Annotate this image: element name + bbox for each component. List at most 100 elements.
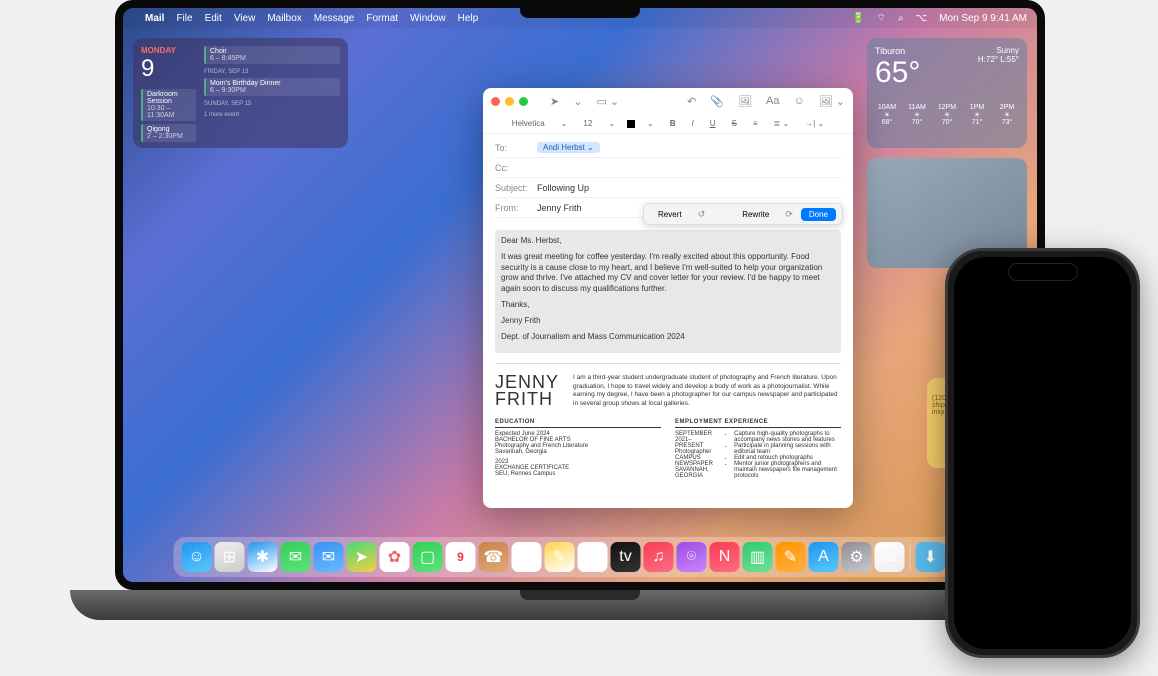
macbook-bezel: Mail File Edit View Mailbox Message Form… [115, 0, 1045, 590]
dock-finder[interactable]: ☺ [182, 542, 212, 572]
attach-icon[interactable]: 📎 [710, 95, 724, 108]
fullscreen-button[interactable] [519, 97, 528, 106]
dock-maps[interactable]: ➤ [347, 542, 377, 572]
window-titlebar[interactable]: ➤ ⌄ ▭ ⌄ ↶ 📎 🖼 Aa ☺ 🖼 ⌄ [483, 88, 853, 114]
menu-help[interactable]: Help [458, 13, 479, 24]
cv-experience-meta: SEPTEMBER 2021–PRESENTPhotographerCAMPUS… [675, 431, 716, 479]
menu-edit[interactable]: Edit [205, 13, 222, 24]
mail-body[interactable]: Dear Ms. Herbst, It was great meeting fo… [483, 222, 853, 508]
display-notch [520, 0, 640, 18]
send-icon[interactable]: ➤ [550, 95, 559, 108]
rewrite-icon: ⟳ [785, 209, 793, 220]
menu-format[interactable]: Format [366, 13, 398, 24]
dock-numbers[interactable]: ▥ [743, 542, 773, 572]
writing-tools-popover: Revert ↺ Rewrite ⟳ Done [643, 203, 843, 225]
macos-desktop: Mail File Edit View Mailbox Message Form… [123, 8, 1037, 582]
emoji-icon[interactable]: ☺ [794, 95, 805, 108]
attachment-preview[interactable]: JENNY FRITH I am a third-year student un… [495, 363, 841, 478]
dock-mail[interactable]: ✉ [314, 542, 344, 572]
dock-news[interactable]: N [710, 542, 740, 572]
revert-button[interactable]: Revert [650, 208, 690, 221]
dock-settings[interactable]: ⚙ [842, 542, 872, 572]
cv-name-last: FRITH [495, 391, 559, 408]
mail-compose-window: ➤ ⌄ ▭ ⌄ ↶ 📎 🖼 Aa ☺ 🖼 ⌄ Helvetica⌄ 12⌄ [483, 88, 853, 508]
dock-tv[interactable]: tv [611, 542, 641, 572]
minimize-button[interactable] [505, 97, 514, 106]
to-recipient[interactable]: Andi Herbst ⌄ [537, 142, 600, 153]
calendar-divider: SUNDAY, SEP 15 [204, 101, 340, 107]
subject-field[interactable]: Following Up [537, 183, 589, 193]
format-icon[interactable]: Aa [766, 95, 779, 108]
from-label: From: [495, 203, 537, 213]
menu-file[interactable]: File [176, 13, 192, 24]
chevron-down-icon[interactable]: ⌄ [573, 95, 582, 108]
weather-condition: Sunny H:72° L:55° [978, 46, 1019, 64]
calendar-more: 1 more event [204, 112, 340, 118]
dock-launchpad[interactable]: ⊞ [215, 542, 245, 572]
dock-messages[interactable]: ✉ [281, 542, 311, 572]
format-bar: Helvetica⌄ 12⌄ ⌄ B I U S ≡ ≣ ⌄ →| ⌄ [483, 114, 853, 134]
iphone-frame [945, 248, 1140, 658]
header-fields-icon[interactable]: ▭ ⌄ [596, 95, 619, 108]
dock-reminders[interactable]: ☰ [512, 542, 542, 572]
cv-education-heading: EDUCATION [495, 419, 661, 428]
wifi-icon[interactable]: ⌔ [877, 12, 886, 25]
font-select[interactable]: Helvetica [508, 119, 549, 128]
done-button[interactable]: Done [801, 208, 836, 221]
macbook-base [70, 590, 1090, 620]
font-size[interactable]: 12 [579, 119, 596, 128]
dock-pages[interactable]: ✎ [776, 542, 806, 572]
app-menu[interactable]: Mail [145, 13, 164, 24]
dynamic-island [1008, 263, 1078, 281]
bold-button[interactable]: B [666, 119, 680, 128]
menu-message[interactable]: Message [314, 13, 355, 24]
to-label: To: [495, 143, 537, 153]
menu-window[interactable]: Window [410, 13, 446, 24]
dock-facetime[interactable]: ▢ [413, 542, 443, 572]
underline-button[interactable]: U [706, 119, 720, 128]
dock-separator [910, 544, 911, 570]
from-field[interactable]: Jenny Frith [537, 203, 582, 213]
link-icon[interactable]: 🖼 [738, 95, 752, 108]
close-button[interactable] [491, 97, 500, 106]
battery-icon[interactable]: 🔋 [852, 13, 864, 24]
cv-experience-bullets: Capture high-quality photographs to acco… [734, 431, 841, 479]
menubar-datetime[interactable]: Mon Sep 9 9:41 AM [939, 13, 1027, 24]
dock-photos[interactable]: ✿ [380, 542, 410, 572]
revert-icon: ↺ [698, 209, 706, 220]
calendar-event: Choir 6 – 8:45PM [204, 46, 340, 64]
italic-button[interactable]: I [688, 119, 698, 128]
list-button[interactable]: ≣ ⌄ [770, 119, 794, 128]
dock-downloads[interactable]: ⬇ [916, 542, 946, 572]
dock-calendar[interactable]: 9 [446, 542, 476, 572]
align-button[interactable]: ≡ [749, 119, 762, 128]
calendar-widget[interactable]: MONDAY 9 Darkroom Session 10:30 – 11:30A… [133, 38, 348, 148]
cv-experience-heading: EMPLOYMENT EXPERIENCE [675, 419, 841, 428]
dock-podcasts[interactable]: ⌾ [677, 542, 707, 572]
macbook-frame: Mail File Edit View Mailbox Message Form… [70, 0, 1090, 670]
dock-safari[interactable]: ✱ [248, 542, 278, 572]
menu-view[interactable]: View [234, 13, 256, 24]
weather-forecast: 10AM☀68° 11AM☀70° 12PM☀70° 1PM☀71° 2PM☀7… [875, 104, 1019, 126]
iphone-screen[interactable] [954, 257, 1131, 649]
menu-mailbox[interactable]: Mailbox [267, 13, 301, 24]
dock-appstore[interactable]: A [809, 542, 839, 572]
calendar-day-number: 9 [141, 55, 196, 83]
rewritten-text-selection: Dear Ms. Herbst, It was great meeting fo… [495, 230, 841, 353]
reply-icon[interactable]: ↶ [687, 95, 696, 108]
dock-iphone-mirror[interactable]: ▭ [875, 542, 905, 572]
dock-contacts[interactable]: ☎ [479, 542, 509, 572]
calendar-divider: FRIDAY, SEP 13 [204, 69, 340, 75]
control-center-icon[interactable]: ⌥ [916, 13, 928, 24]
indent-button[interactable]: →| ⌄ [801, 119, 828, 128]
dock-freeform[interactable]: ✏ [578, 542, 608, 572]
dock-music[interactable]: ♫ [644, 542, 674, 572]
weather-widget[interactable]: Tiburon 65° Sunny H:72° L:55° 10AM☀68° 1… [867, 38, 1027, 148]
dock-notes[interactable]: ✎ [545, 542, 575, 572]
strike-button[interactable]: S [728, 119, 741, 128]
color-swatch[interactable] [627, 120, 635, 128]
photo-icon[interactable]: 🖼 ⌄ [819, 95, 845, 108]
calendar-event: Qigong 2 – 2:30PM [141, 124, 196, 142]
spotlight-icon[interactable]: ⌕ [898, 13, 904, 24]
rewrite-button[interactable]: Rewrite [734, 208, 777, 221]
